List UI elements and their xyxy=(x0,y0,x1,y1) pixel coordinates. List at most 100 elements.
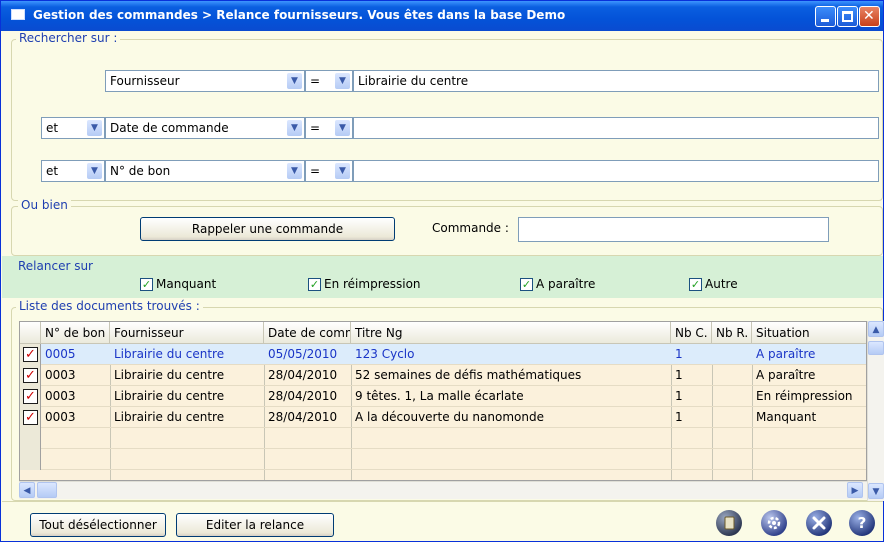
col-header-title[interactable]: Titre Ng xyxy=(351,322,671,344)
table-row-empty[interactable] xyxy=(20,428,866,449)
window-title: Gestion des commandes > Relance fourniss… xyxy=(33,8,566,22)
chevron-down-icon[interactable]: ▼ xyxy=(287,163,302,179)
minimize-button[interactable] xyxy=(815,6,836,27)
row-selector[interactable]: ✓ xyxy=(20,407,41,428)
order-label: Commande : xyxy=(432,221,509,235)
search-value-text-1: Librairie du centre xyxy=(358,74,469,88)
search-legend: Rechercher sur : xyxy=(16,31,121,45)
svg-text:?: ? xyxy=(858,514,867,532)
row-selector[interactable] xyxy=(20,428,41,449)
scroll-up-button[interactable]: ▲ xyxy=(868,321,884,337)
cell-title: A la découverte du nanomonde xyxy=(355,410,544,424)
search-field-value-1: Fournisseur xyxy=(110,74,180,88)
cell-nbc: 1 xyxy=(675,368,683,382)
cell-nbr xyxy=(712,386,752,407)
relance-window: Gestion des commandes > Relance fourniss… xyxy=(0,0,884,542)
cell-situation: Manquant xyxy=(756,410,817,424)
cell-title: 9 têtes. 1, La malle écarlate xyxy=(355,389,524,403)
search-operator-value-2: = xyxy=(310,121,321,135)
search-conj-select-2[interactable]: et ▼ xyxy=(41,117,105,139)
search-field-select-2[interactable]: Date de commande ▼ xyxy=(105,117,305,139)
chevron-down-icon[interactable]: ▼ xyxy=(87,120,102,136)
row-selector[interactable]: ✓ xyxy=(20,365,41,386)
table-row[interactable]: ✓ 0005 Librairie du centre 05/05/2010 12… xyxy=(20,344,866,365)
checkmark-icon[interactable]: ✓ xyxy=(23,389,38,404)
search-operator-select-1[interactable]: = ▼ xyxy=(305,70,353,92)
edit-reminder-button[interactable]: Editer la relance xyxy=(176,513,334,537)
deselect-all-button[interactable]: Tout désélectionner xyxy=(30,513,166,537)
chevron-down-icon[interactable]: ▼ xyxy=(335,73,350,89)
table-row[interactable]: ✓ 0003 Librairie du centre 28/04/2010 52… xyxy=(20,365,866,386)
checkmark-icon[interactable]: ✓ xyxy=(23,347,38,362)
notebook-icon[interactable] xyxy=(716,510,742,536)
table-header: N° de bon Fournisseur Date de comm Titre… xyxy=(20,322,866,344)
col-header-bon[interactable]: N° de bon xyxy=(41,322,110,344)
recall-order-button[interactable]: Rappeler une commande xyxy=(140,217,395,241)
remind-other-checkbox[interactable]: ✓ Autre xyxy=(689,277,738,291)
remind-missing-checkbox[interactable]: ✓ Manquant xyxy=(140,277,216,291)
horizontal-scrollbar[interactable]: ◀ ▶ xyxy=(19,481,867,499)
maximize-button[interactable] xyxy=(837,6,858,27)
table-row[interactable]: ✓ 0003 Librairie du centre 28/04/2010 9 … xyxy=(20,386,866,407)
scroll-right-button[interactable]: ▶ xyxy=(847,482,863,498)
remind-reprint-checkbox[interactable]: ✓ En réimpression xyxy=(308,277,421,291)
chevron-down-icon[interactable]: ▼ xyxy=(287,120,302,136)
documents-table[interactable]: N° de bon Fournisseur Date de comm Titre… xyxy=(19,321,867,481)
cell-nbr xyxy=(712,365,752,386)
search-field-value-3: N° de bon xyxy=(110,164,171,178)
help-icon[interactable]: ? xyxy=(849,510,875,536)
scroll-left-button[interactable]: ◀ xyxy=(19,482,35,498)
search-operator-value-3: = xyxy=(310,164,321,178)
scroll-thumb[interactable] xyxy=(37,482,57,498)
search-conj-select-3[interactable]: et ▼ xyxy=(41,160,105,182)
close-window-button[interactable]: ✕ xyxy=(859,6,880,27)
row-selector[interactable] xyxy=(20,449,41,470)
checkmark-icon[interactable]: ✓ xyxy=(23,410,38,425)
col-header-situation[interactable]: Situation xyxy=(752,322,866,344)
cell-bon: 0003 xyxy=(45,368,76,382)
remind-legend: Relancer sur xyxy=(15,259,96,273)
chevron-down-icon[interactable]: ▼ xyxy=(335,120,350,136)
cell-title: 52 semaines de défis mathématiques xyxy=(355,368,582,382)
order-input[interactable] xyxy=(518,217,829,242)
search-field-select-1[interactable]: Fournisseur ▼ xyxy=(105,70,305,92)
vertical-scrollbar[interactable]: ▲ ▼ xyxy=(867,321,884,501)
cell-date: 28/04/2010 xyxy=(268,389,338,403)
search-conj-value-2: et xyxy=(46,121,59,135)
col-header-date[interactable]: Date de comm xyxy=(264,322,351,344)
close-window-icon: ✕ xyxy=(863,8,875,24)
checkmark-icon[interactable]: ✓ xyxy=(308,277,321,291)
gear-icon[interactable] xyxy=(761,510,787,536)
chevron-down-icon[interactable]: ▼ xyxy=(287,73,302,89)
search-field-select-3[interactable]: N° de bon ▼ xyxy=(105,160,305,182)
close-icon[interactable] xyxy=(806,510,832,536)
table-row[interactable]: ✓ 0003 Librairie du centre 28/04/2010 A … xyxy=(20,407,866,428)
title-bar[interactable]: Gestion des commandes > Relance fourniss… xyxy=(1,1,883,31)
remind-forthcoming-checkbox[interactable]: ✓ A paraître xyxy=(520,277,595,291)
col-header-nbr[interactable]: Nb R. xyxy=(712,322,752,344)
remind-reprint-label: En réimpression xyxy=(324,277,421,291)
scroll-thumb[interactable] xyxy=(868,341,884,355)
checkmark-icon[interactable]: ✓ xyxy=(140,277,153,291)
col-header-nbc[interactable]: Nb C. xyxy=(671,322,712,344)
search-value-input-3[interactable] xyxy=(353,160,879,182)
cell-supplier: Librairie du centre xyxy=(114,347,225,361)
footer-bar: Tout désélectionner Editer la relance ? xyxy=(2,501,883,541)
chevron-down-icon[interactable]: ▼ xyxy=(87,163,102,179)
chevron-down-icon[interactable]: ▼ xyxy=(335,163,350,179)
cell-date: 28/04/2010 xyxy=(268,410,338,424)
scroll-down-button[interactable]: ▼ xyxy=(868,483,884,499)
row-selector[interactable]: ✓ xyxy=(20,344,41,365)
cell-nbc: 1 xyxy=(675,389,683,403)
checkmark-icon[interactable]: ✓ xyxy=(23,368,38,383)
search-operator-select-3[interactable]: = ▼ xyxy=(305,160,353,182)
col-header-supplier[interactable]: Fournisseur xyxy=(110,322,264,344)
table-row-empty[interactable] xyxy=(20,449,866,470)
search-value-input-1[interactable]: Librairie du centre xyxy=(353,70,879,92)
search-operator-select-2[interactable]: = ▼ xyxy=(305,117,353,139)
checkmark-icon[interactable]: ✓ xyxy=(520,277,533,291)
row-selector[interactable]: ✓ xyxy=(20,386,41,407)
search-value-input-2[interactable] xyxy=(353,117,879,139)
checkmark-icon[interactable]: ✓ xyxy=(689,277,702,291)
remind-other-label: Autre xyxy=(705,277,738,291)
